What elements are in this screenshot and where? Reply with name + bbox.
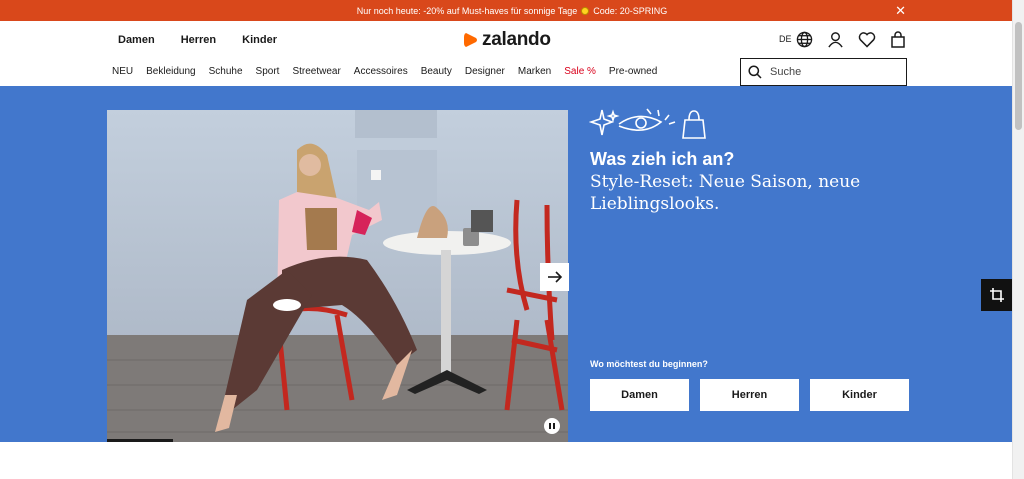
nav-sport[interactable]: Sport [256, 66, 280, 77]
arrow-right-icon [547, 271, 562, 283]
hero-button-herren[interactable]: Herren [700, 379, 799, 411]
nav-accessoires[interactable]: Accessoires [354, 66, 408, 77]
heart-icon[interactable] [858, 30, 876, 48]
promo-code: Code: 20-SPRING [593, 5, 668, 16]
logo-text: zalando [482, 29, 551, 50]
next-slide-button[interactable] [540, 263, 569, 291]
hero-subtitle: Style-Reset: Neue Saison, neue Lieblings… [590, 172, 861, 214]
gender-nav: Damen Herren Kinder [118, 34, 277, 46]
scrollbar-thumb[interactable] [1015, 22, 1022, 130]
hero-question: Wo möchtest du beginnen? [590, 359, 708, 369]
nav-sale[interactable]: Sale % [564, 66, 596, 77]
bag-icon[interactable] [889, 30, 907, 48]
pause-icon [549, 423, 555, 429]
nav-beauty[interactable]: Beauty [421, 66, 452, 77]
nav-pre-owned[interactable]: Pre-owned [609, 66, 657, 77]
hero-button-group: Damen Herren Kinder [590, 379, 909, 411]
header-tools: DE [779, 30, 907, 48]
tab-herren[interactable]: Herren [181, 34, 216, 46]
hero-title: Was zieh ich an? [590, 149, 735, 169]
logo-icon [464, 33, 477, 47]
pause-button[interactable] [544, 418, 560, 434]
nav-designer[interactable]: Designer [465, 66, 505, 77]
sparkle-eye-bag-icon [589, 108, 706, 139]
language-label[interactable]: DE [779, 34, 792, 44]
zalando-logo[interactable]: zalando [464, 29, 551, 51]
nav-bekleidung[interactable]: Bekleidung [146, 66, 195, 77]
tab-damen[interactable]: Damen [118, 34, 155, 46]
crop-widget-button[interactable] [981, 279, 1013, 311]
globe-icon[interactable] [796, 30, 814, 48]
user-icon[interactable] [827, 30, 845, 48]
search-input[interactable] [770, 66, 900, 78]
search-icon [748, 65, 762, 79]
nav-neu[interactable]: NEU [112, 66, 133, 77]
promo-text: Nur noch heute: -20% auf Must-haves für … [356, 5, 578, 16]
tab-kinder[interactable]: Kinder [242, 34, 277, 46]
crop-icon [990, 288, 1004, 302]
nav-streetwear[interactable]: Streetwear [292, 66, 340, 77]
page-scrollbar[interactable] [1012, 0, 1024, 479]
nav-marken[interactable]: Marken [518, 66, 551, 77]
hero-button-kinder[interactable]: Kinder [810, 379, 909, 411]
hero-button-damen[interactable]: Damen [590, 379, 689, 411]
search-box[interactable] [740, 58, 907, 86]
sun-icon [581, 6, 590, 15]
promo-banner[interactable]: Nur noch heute: -20% auf Must-haves für … [0, 0, 1024, 21]
nav-schuhe[interactable]: Schuhe [209, 66, 243, 77]
hero-section: Was zieh ich an? Style-Reset: Neue Saiso… [0, 86, 1012, 442]
close-icon[interactable]: ✕ [895, 3, 906, 19]
category-nav: NEU Bekleidung Schuhe Sport Streetwear A… [112, 66, 657, 77]
slide-progress-bar [107, 439, 173, 442]
hero-image[interactable] [107, 110, 568, 442]
